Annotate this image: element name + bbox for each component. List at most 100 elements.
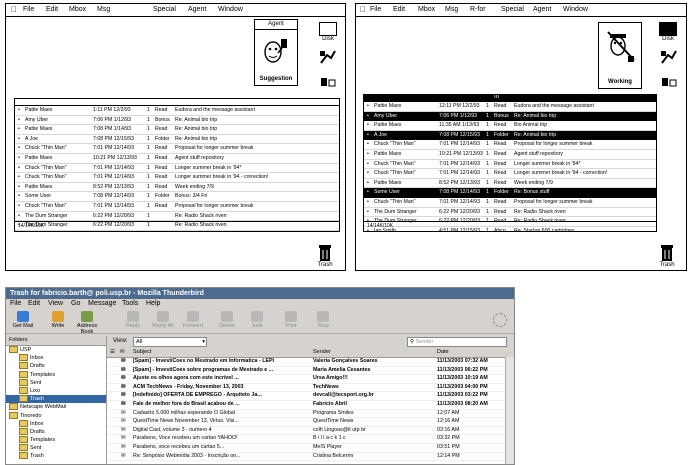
menu-window[interactable]: Window (563, 6, 588, 13)
trash-icon[interactable]: Trash (654, 244, 680, 268)
folder-item[interactable]: Sent (6, 378, 106, 387)
folder-item[interactable]: Drafts (6, 362, 106, 370)
folder-item[interactable]: Lixo (6, 386, 106, 395)
folder-item[interactable]: Templates (6, 370, 106, 379)
mail-row[interactable]: • Pattie Maes 10:21 PM 12/13/93 1 Read Agent … (15, 154, 339, 164)
mail-row[interactable]: • Some User 7:08 PM 12/14/93 1 Folder Bonus: … (15, 192, 339, 202)
mail-row[interactable]: • Pattie Maes 8:52 PM 12/13/93 1 Read Week en… (15, 183, 339, 193)
menu-window[interactable]: Window (218, 6, 243, 13)
menu-mbox[interactable]: Mbox (418, 6, 435, 13)
menu-agent[interactable]: Agent (533, 6, 551, 13)
row-mark: • (18, 116, 20, 123)
thread-column-icon[interactable]: ☰ (110, 348, 115, 357)
mail-row[interactable]: • A Joe 7:08 PM 12/15/93 1 Folder Re: Animal … (364, 130, 656, 141)
folder-item[interactable]: Drafts (6, 427, 106, 436)
row-size: 1 (486, 170, 489, 177)
message-row[interactable]: ✉ Fale de melhor fora do Brasil acabou de… (107, 401, 514, 410)
message-status-icon: ✉ (121, 392, 126, 399)
message-row[interactable]: ✉ Parabens, voce recebeu um cartao 5... Me… (107, 444, 514, 453)
mail-row[interactable]: • A Joe 7:08 PM 12/15/93 1 Folder Re: Animal … (15, 135, 339, 145)
mail-row[interactable]: • Pattie Maes 7:08 PM 1/14/93 1 Read Re: Anim… (15, 125, 339, 135)
mail-row[interactable]: • Chuck "Thin Man" 7:01 PM 12/14/93 1 Read Lo… (364, 160, 656, 170)
search-input[interactable]: ⚲ Sender (407, 337, 507, 347)
menu-msg[interactable]: Msg (445, 6, 458, 13)
apple-menu-icon[interactable]:  (11, 5, 17, 14)
menu-special[interactable]: Special (501, 6, 524, 13)
mail-row[interactable]: • Pattie Maes 1:11 PM 12/2/93 1 Read Eudora a… (15, 106, 339, 116)
message-row[interactable]: ✉ Parabens, Voce recebeu um cartao YAHOO!… (107, 435, 514, 444)
folder-item[interactable]: USP (6, 346, 106, 354)
folder-item[interactable]: Trash (6, 452, 106, 460)
menu-message[interactable]: Message (88, 299, 116, 309)
message-row[interactable]: ✉ [Spam] - InvestiCoes sobre programas de… (107, 367, 514, 376)
reply-icon (127, 311, 139, 322)
folder-item[interactable]: Inbox (6, 419, 106, 428)
trash-icon[interactable]: Trash (312, 244, 338, 268)
print-label: Print (285, 323, 297, 329)
menu-edit[interactable]: Edit (28, 299, 40, 309)
mail-row[interactable]: • Chuck "Thin Man" 7:01 PM 12/14/93 1 Read Pr… (15, 202, 339, 212)
menu-file[interactable]: File (23, 6, 34, 13)
folder-item[interactable]: Sent (6, 444, 106, 452)
mail-row[interactable]: • The Dum Stranger 6:22 PM 12/20/93 1 Read Re… (364, 208, 656, 218)
folder-item[interactable]: Tinoredo (6, 411, 106, 420)
mail-row[interactable]: • Some User 7:08 PM 12/14/93 1 Folder Re: Bon… (364, 188, 656, 198)
apple-menu-icon[interactable]:  (360, 5, 366, 14)
mail-row[interactable]: • Amy Uber 7:06 PM 1/12/93 1 Bonus Re: Animal… (15, 116, 339, 126)
message-row[interactable]: ✉ QuestTime News November 13, Virtus, Vis… (107, 418, 514, 427)
menu-special[interactable]: Special (153, 6, 176, 13)
menu-msg[interactable]: Msg (97, 6, 110, 13)
column-date[interactable]: Date (437, 348, 449, 357)
mail-row[interactable]: • Pattie Maes 11:35 AM 1/13/93 1 Read Bio Ani… (364, 121, 656, 131)
misc-icon[interactable] (658, 76, 680, 90)
mail-row[interactable]: • Chuck "Thin Man" 7:01 PM 12/14/93 1 Read Pr… (364, 140, 656, 150)
write-button[interactable]: Write (43, 310, 73, 332)
row-status: Folder (494, 189, 509, 196)
address-book-button[interactable]: Address Book (72, 310, 102, 335)
message-row[interactable]: ✉ Digital Cast, volume 3 - numero 4 colh L… (107, 427, 514, 436)
message-row[interactable]: ✉ Ajuste os olhos agora com este incrivel… (107, 375, 514, 384)
misc-icon[interactable] (317, 76, 339, 90)
menu-go[interactable]: Go (71, 299, 80, 309)
mail-row[interactable]: • Pattie Maes 10:21 PM 12/13/93 1 Read Agent … (364, 150, 656, 160)
message-row[interactable]: ✉ Cadastro 5.000 milhas esperando O Globa… (107, 410, 514, 419)
message-list-scrollbar[interactable] (505, 357, 514, 464)
menu-edit[interactable]: Edit (393, 6, 405, 13)
tool-icon[interactable] (658, 49, 680, 69)
mail-row[interactable]: • Chuck "Thin Man" 7:01 PM 12/14/93 1 Read Lo… (15, 173, 339, 183)
folder-item[interactable]: Netscape WebMail (6, 403, 106, 411)
mail-row[interactable]: • The Dum Stranger 6:22 PM 12/20/93 1 Re: Ra… (15, 212, 339, 222)
mail-row[interactable]: • Pattie Maes 8:52 PM 12/13/93 1 Read Week en… (364, 179, 656, 189)
folder-item[interactable]: Templates (6, 436, 106, 444)
menu-edit[interactable]: Edit (46, 6, 58, 13)
view-select[interactable]: All ▾ (133, 337, 207, 347)
message-row[interactable]: ✉ [Spam] - InvestiCoes no Mestrado em Inf… (107, 358, 514, 367)
menu-view[interactable]: View (48, 299, 63, 309)
menu-agent[interactable]: Agent (188, 6, 206, 13)
message-row[interactable]: ✉ Re: Simpósio Webmídia 2003 - Inscrição … (107, 453, 514, 462)
message-row[interactable]: ✉ [Indefinido] OFERTA DE EMPREGO - Arquit… (107, 392, 514, 401)
get-mail-button[interactable]: Get Mail (8, 310, 38, 332)
folder-item[interactable]: Trash (6, 395, 106, 404)
attachment-column-icon[interactable]: ✉ (120, 348, 125, 357)
disk-icon[interactable]: Disk (656, 22, 680, 42)
menu-file[interactable]: File (370, 6, 381, 13)
menu-rfor[interactable]: R-for (470, 6, 486, 13)
menu-file[interactable]: File (10, 299, 21, 309)
mail-row[interactable]: • Chuck "Thin Man" 7:01 PM 12/14/93 1 Read Lo… (15, 164, 339, 174)
mail-row[interactable]: • Chuck "Thin Man" 7:01 PM 12/14/93 1 Read Lo… (364, 169, 656, 179)
mail-row[interactable]: • Amy Uber 7:06 PM 1/12/93 1 Bonus Re: Animal… (364, 111, 656, 122)
column-sender[interactable]: Sender (313, 348, 331, 357)
menu-mbox[interactable]: Mbox (69, 6, 86, 13)
menu-tools[interactable]: Tools (122, 299, 138, 309)
mail-row[interactable]: • Chuck "Thin Man" 7:01 PM 12/14/93 1 Read Pr… (15, 144, 339, 154)
disk-icon[interactable]: Disk (316, 22, 340, 42)
column-subject[interactable]: Subject (133, 348, 151, 357)
mail-row[interactable]: • Pattie Maes 12:11 PM 12/2/93 1 Read Eudora … (364, 102, 656, 112)
tool-icon[interactable] (317, 49, 339, 69)
menu-help[interactable]: Help (146, 299, 160, 309)
message-row[interactable]: ✉ ACM TechNews - Friday, November 13, 200… (107, 384, 514, 393)
folder-item[interactable]: Inbox (6, 354, 106, 362)
throbber-icon (493, 313, 507, 327)
mail-row[interactable]: • Chuck "Thin Man" 7:01 PM 12/14/93 1 Read Pr… (364, 198, 656, 208)
